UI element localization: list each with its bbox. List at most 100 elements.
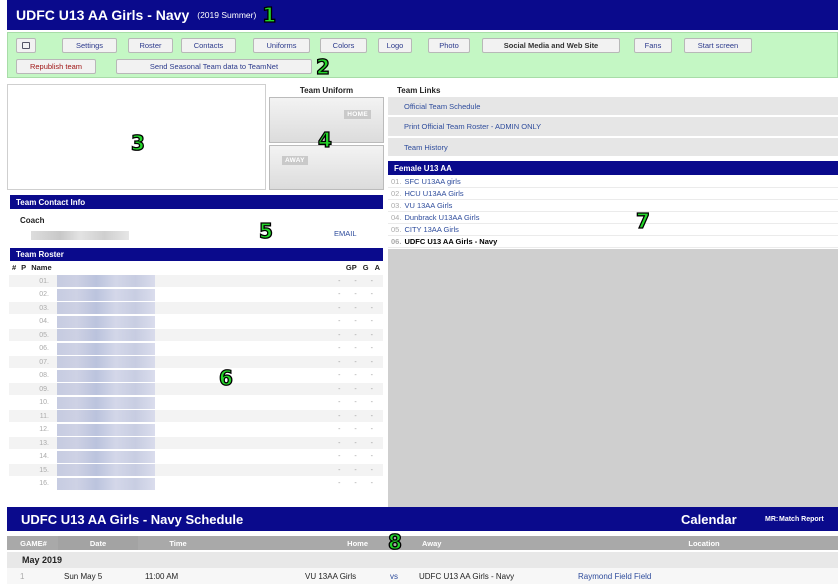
roster-col-right: GP G A — [346, 263, 380, 272]
player-name-redacted[interactable] — [57, 342, 155, 355]
calendar-link[interactable]: Calendar — [681, 512, 737, 527]
uniforms-button[interactable]: Uniforms — [253, 38, 310, 53]
roster-row[interactable]: 11. - - - — [9, 410, 383, 422]
standing-row-4[interactable]: 04. Dunbrack U13AA Girls — [388, 212, 838, 224]
roster-row[interactable]: 06. - - - — [9, 342, 383, 355]
roster-row[interactable]: 13. - - - — [9, 437, 383, 449]
photo-button[interactable]: Photo — [428, 38, 470, 53]
roster-row[interactable]: 15. - - - — [9, 464, 383, 476]
roster-number: 09. — [39, 385, 49, 393]
print-icon — [22, 42, 30, 49]
standing-team[interactable]: Dunbrack U13AA Girls — [404, 213, 479, 222]
home-team[interactable]: VU 13AA Girls — [305, 572, 356, 581]
standing-team[interactable]: VU 13AA Girls — [404, 201, 452, 210]
player-stats: - - - — [338, 318, 379, 325]
player-stats: - - - — [338, 372, 379, 379]
vs-link[interactable]: vs — [390, 572, 398, 581]
player-name-redacted[interactable] — [57, 437, 155, 449]
game-date: Sun May 5 — [64, 572, 103, 581]
player-name-redacted[interactable] — [57, 329, 155, 341]
col-game: GAME# — [20, 538, 47, 548]
roster-row[interactable]: 08. - - - — [9, 369, 383, 382]
standing-team[interactable]: HCU U13AA Girls — [404, 189, 463, 198]
standing-row-6[interactable]: 06. UDFC U13 AA Girls - Navy — [388, 236, 838, 248]
player-name-redacted[interactable] — [57, 302, 155, 314]
contact-panel: Coach 5 EMAIL — [7, 209, 385, 244]
roster-row[interactable]: 02. - - - — [9, 288, 383, 301]
standing-team[interactable]: CITY 13AA Girls — [404, 225, 458, 234]
roster-row[interactable]: 01. - - - — [9, 275, 383, 287]
player-stats: - - - — [338, 358, 379, 366]
standing-rank: 01. — [391, 177, 402, 186]
game-row[interactable]: 1 Sun May 5 11:00 AM VU 13AA Girls vs UD… — [7, 568, 838, 584]
fans-button[interactable]: Fans — [634, 38, 672, 53]
roster-number: 01. — [39, 277, 49, 285]
player-stats: - - - — [338, 345, 379, 352]
team-photo-area[interactable]: 3 — [7, 84, 266, 190]
player-name-redacted[interactable] — [57, 477, 155, 490]
col-num: # — [12, 263, 17, 272]
contacts-button[interactable]: Contacts — [181, 38, 236, 53]
roster-row[interactable]: 09. - - - — [9, 383, 383, 395]
player-name-redacted[interactable] — [57, 396, 155, 409]
player-name-redacted[interactable] — [57, 464, 155, 476]
settings-button[interactable]: Settings — [62, 38, 117, 53]
send-teamnet-button[interactable]: Send Seasonal Team data to TeamNet — [116, 59, 312, 74]
roster-number: 12. — [39, 426, 49, 433]
roster-button[interactable]: Roster — [128, 38, 173, 53]
republish-team-button[interactable]: Republish team — [16, 59, 96, 74]
away-team[interactable]: UDFC U13 AA Girls - Navy — [419, 572, 514, 581]
player-name-redacted[interactable] — [57, 369, 155, 382]
player-name-redacted[interactable] — [57, 275, 155, 287]
team-history-link[interactable]: Team History — [388, 138, 838, 157]
roster-row[interactable]: 03. - - - — [9, 302, 383, 314]
player-name-redacted[interactable] — [57, 410, 155, 422]
player-name-redacted[interactable] — [57, 423, 155, 436]
roster-row[interactable]: 16. - - - — [9, 477, 383, 490]
home-label: HOME — [344, 110, 371, 119]
roster-number: 15. — [39, 466, 49, 474]
print-roster-link[interactable]: Print Official Team Roster - ADMIN ONLY — [388, 117, 838, 137]
roster-row[interactable]: 05. - - - — [9, 329, 383, 341]
standing-rank: 05. — [391, 225, 402, 234]
roster-number: 03. — [39, 304, 49, 312]
roster-row[interactable]: 07. - - - — [9, 356, 383, 368]
standing-row-3[interactable]: 03. VU 13AA Girls — [388, 200, 838, 212]
game-location[interactable]: Raymond Field Field — [578, 572, 651, 581]
player-name-redacted[interactable] — [57, 450, 155, 463]
start-screen-button[interactable]: Start screen — [684, 38, 752, 53]
player-stats: - - - — [338, 291, 379, 298]
player-name-redacted[interactable] — [57, 315, 155, 328]
roster-row[interactable]: 14. - - - — [9, 450, 383, 463]
social-media-button[interactable]: Social Media and Web Site — [482, 38, 620, 53]
player-stats: - - - — [338, 304, 379, 312]
colors-button[interactable]: Colors — [320, 38, 367, 53]
player-name-redacted[interactable] — [57, 383, 155, 395]
team-title-bar: UDFC U13 AA Girls - Navy (2019 Summer) 1 — [7, 0, 838, 30]
standing-team[interactable]: UDFC U13 AA Girls - Navy — [404, 237, 497, 246]
email-link[interactable]: EMAIL — [334, 229, 357, 238]
col-pos: P — [21, 263, 27, 272]
roster-row[interactable]: 10. - - - — [9, 396, 383, 409]
player-name-redacted[interactable] — [57, 356, 155, 368]
coach-label: Coach — [20, 216, 45, 225]
print-button[interactable] — [16, 38, 36, 53]
team-title: UDFC U13 AA Girls - Navy — [16, 7, 190, 23]
standing-rank: 04. — [391, 213, 402, 222]
standing-row-1[interactable]: 01. SFC U13AA girls — [388, 176, 838, 188]
roster-row[interactable]: 12. - - - — [9, 423, 383, 436]
logo-button[interactable]: Logo — [378, 38, 412, 53]
col-home: Home — [347, 538, 368, 548]
roster-number: 06. — [39, 345, 49, 352]
roster-row[interactable]: 04. - - - — [9, 315, 383, 328]
standing-team[interactable]: SFC U13AA girls — [404, 177, 460, 186]
mr-key: MR: — [765, 515, 779, 523]
roster-number: 10. — [39, 399, 49, 406]
standing-row-2[interactable]: 02. HCU U13AA Girls — [388, 188, 838, 200]
marker-4: 4 — [317, 128, 332, 152]
player-name-redacted[interactable] — [57, 288, 155, 301]
standing-row-5[interactable]: 05. CITY 13AA Girls — [388, 224, 838, 236]
marker-6: 6 — [218, 366, 233, 390]
official-schedule-link[interactable]: Official Team Schedule — [388, 97, 838, 116]
col-away: Away — [422, 538, 442, 548]
